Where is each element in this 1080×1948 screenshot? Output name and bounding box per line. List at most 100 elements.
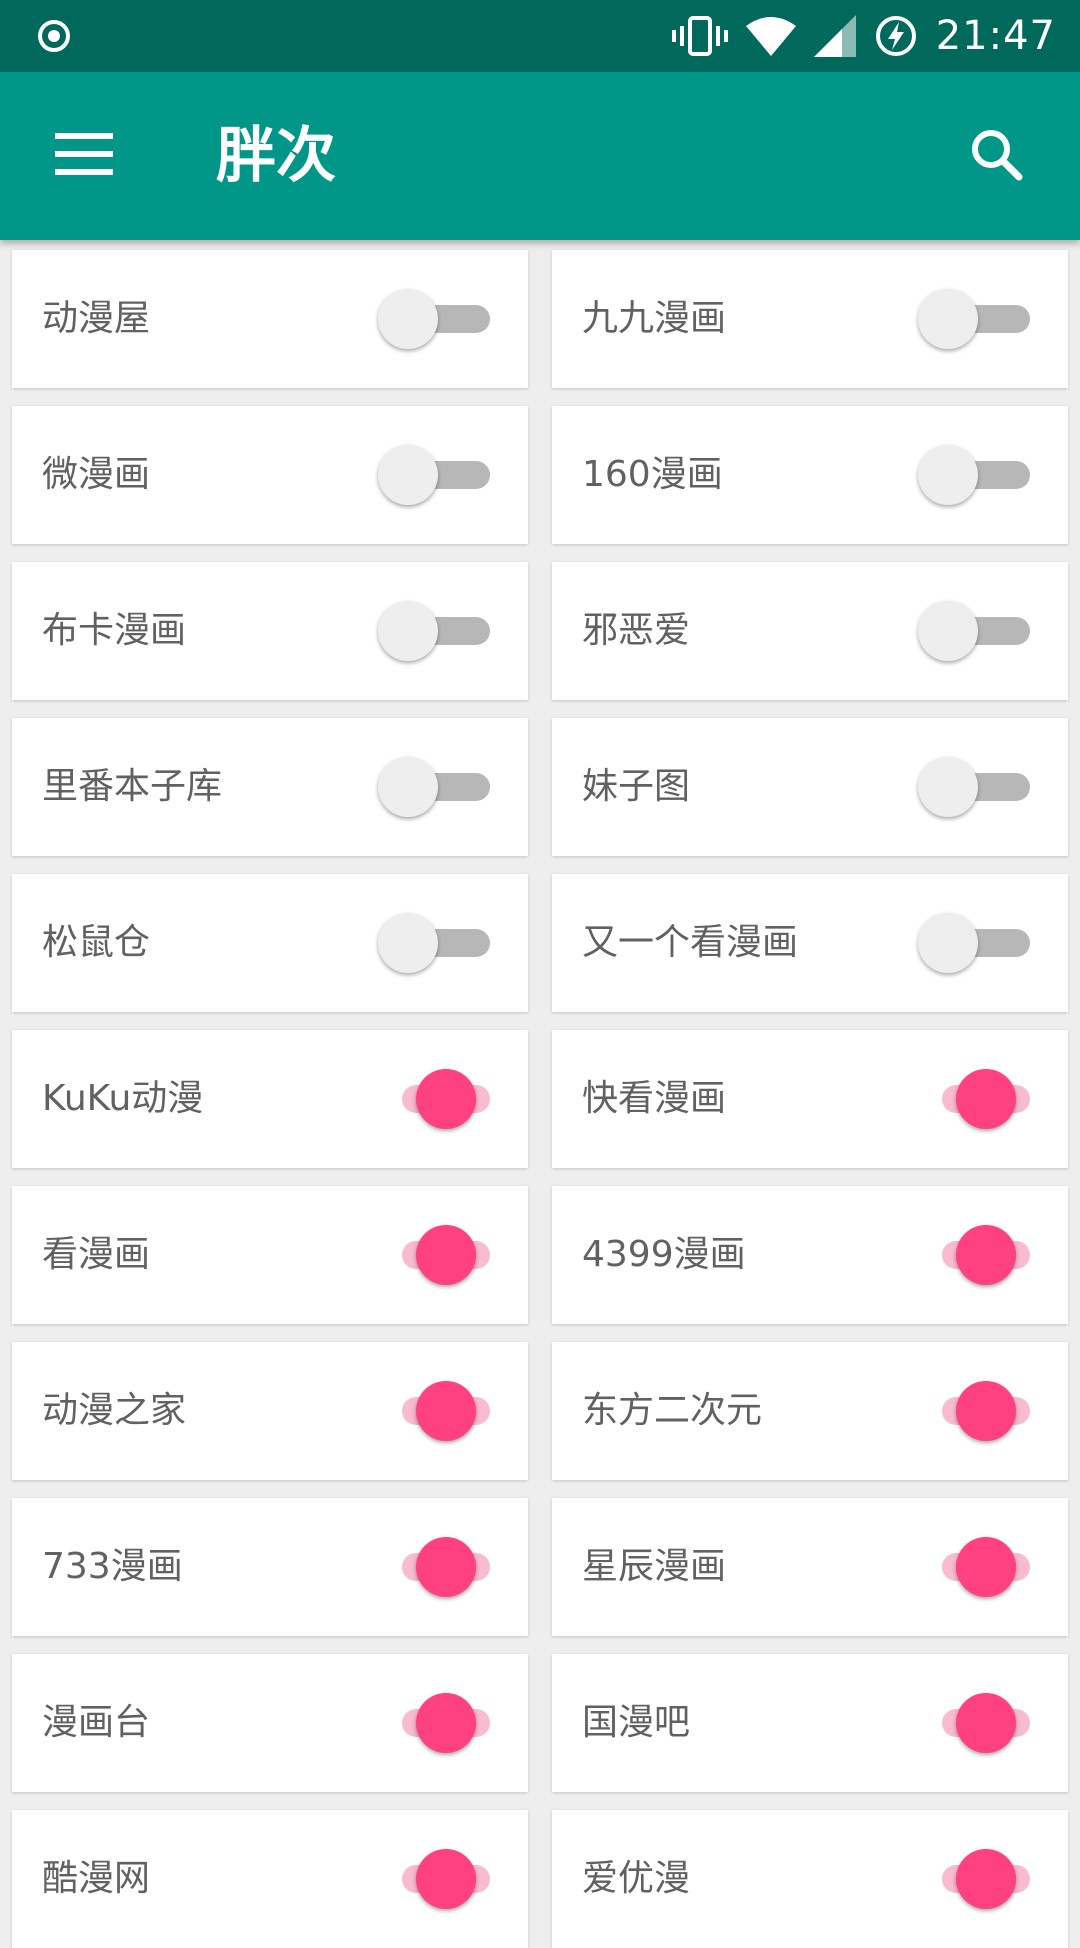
- source-toggle[interactable]: [368, 913, 490, 973]
- toggle-thumb: [416, 1069, 476, 1129]
- toggle-thumb: [378, 601, 438, 661]
- source-card[interactable]: 邪恶爱: [552, 562, 1068, 700]
- source-toggle[interactable]: [368, 445, 490, 505]
- source-label: 布卡漫画: [42, 610, 187, 651]
- source-toggle[interactable]: [368, 1069, 490, 1129]
- source-toggle[interactable]: [368, 1849, 490, 1909]
- source-label: 松鼠仓: [42, 922, 151, 963]
- toggle-thumb: [416, 1225, 476, 1285]
- toggle-thumb: [918, 289, 978, 349]
- source-label: 733漫画: [42, 1546, 183, 1587]
- source-label: 又一个看漫画: [582, 922, 799, 963]
- source-toggle[interactable]: [908, 1537, 1030, 1597]
- toggle-thumb: [378, 913, 438, 973]
- toggle-thumb: [416, 1381, 476, 1441]
- toggle-thumb: [378, 289, 438, 349]
- source-card[interactable]: 又一个看漫画: [552, 874, 1068, 1012]
- source-toggle[interactable]: [908, 1849, 1030, 1909]
- battery-charging-icon: [874, 14, 918, 58]
- source-label: 酷漫网: [42, 1858, 151, 1899]
- sync-icon: [36, 18, 72, 54]
- source-toggle[interactable]: [368, 1693, 490, 1753]
- source-card[interactable]: 松鼠仓: [12, 874, 528, 1012]
- source-toggle[interactable]: [908, 913, 1030, 973]
- source-toggle[interactable]: [908, 445, 1030, 505]
- toggle-thumb: [918, 757, 978, 817]
- source-label: 九九漫画: [582, 298, 727, 339]
- source-label: 妹子图: [582, 766, 691, 807]
- source-card[interactable]: 微漫画: [12, 406, 528, 544]
- source-card[interactable]: 160漫画: [552, 406, 1068, 544]
- toggle-thumb: [416, 1849, 476, 1909]
- source-card[interactable]: 酷漫网: [12, 1810, 528, 1948]
- signal-icon: [813, 15, 856, 57]
- source-card[interactable]: 布卡漫画: [12, 562, 528, 700]
- source-label: 动漫屋: [42, 298, 151, 339]
- source-toggle[interactable]: [368, 289, 490, 349]
- toggle-thumb: [956, 1693, 1016, 1753]
- source-card[interactable]: 动漫屋: [12, 250, 528, 388]
- source-label: 星辰漫画: [582, 1546, 727, 1587]
- status-bar: 21:47: [0, 0, 1080, 72]
- source-toggle[interactable]: [368, 1537, 490, 1597]
- source-card[interactable]: 爱优漫: [552, 1810, 1068, 1948]
- toggle-thumb: [956, 1225, 1016, 1285]
- source-label: 东方二次元: [582, 1390, 763, 1431]
- wifi-icon: [745, 16, 796, 56]
- source-toggle[interactable]: [368, 1381, 490, 1441]
- search-icon: [969, 127, 1023, 185]
- source-toggle[interactable]: [908, 757, 1030, 817]
- source-label: 邪恶爱: [582, 610, 691, 651]
- source-label: 漫画台: [42, 1702, 151, 1743]
- source-card[interactable]: 733漫画: [12, 1498, 528, 1636]
- source-label: 动漫之家: [42, 1390, 187, 1431]
- source-toggle[interactable]: [908, 1069, 1030, 1129]
- source-label: 微漫画: [42, 454, 151, 495]
- source-card[interactable]: 看漫画: [12, 1186, 528, 1324]
- source-card[interactable]: 快看漫画: [552, 1030, 1068, 1168]
- source-label: 160漫画: [582, 454, 723, 495]
- toggle-thumb: [416, 1693, 476, 1753]
- source-toggle[interactable]: [908, 1693, 1030, 1753]
- menu-icon: [55, 133, 113, 179]
- toggle-thumb: [956, 1537, 1016, 1597]
- menu-button[interactable]: [40, 116, 128, 196]
- source-label: 看漫画: [42, 1234, 151, 1275]
- toggle-thumb: [416, 1537, 476, 1597]
- source-label: 4399漫画: [582, 1234, 746, 1275]
- source-toggle[interactable]: [908, 1381, 1030, 1441]
- toggle-thumb: [378, 445, 438, 505]
- toggle-thumb: [956, 1069, 1016, 1129]
- source-toggle[interactable]: [368, 1225, 490, 1285]
- toggle-thumb: [918, 601, 978, 661]
- source-card[interactable]: 妹子图: [552, 718, 1068, 856]
- status-time: 21:47: [935, 13, 1056, 59]
- search-button[interactable]: [952, 116, 1040, 196]
- source-card[interactable]: 漫画台: [12, 1654, 528, 1792]
- toggle-thumb: [956, 1849, 1016, 1909]
- toggle-thumb: [956, 1381, 1016, 1441]
- source-grid: 动漫屋 九九漫画微漫画 160漫画布卡漫画 邪恶爱里番本子库 妹子图松鼠仓 又一个看漫画 K…: [12, 250, 1068, 1948]
- source-toggle[interactable]: [908, 289, 1030, 349]
- source-toggle[interactable]: [368, 757, 490, 817]
- page-title: 胖次: [216, 121, 336, 191]
- toggle-thumb: [378, 757, 438, 817]
- source-card[interactable]: 动漫之家: [12, 1342, 528, 1480]
- source-card[interactable]: KuKu动漫: [12, 1030, 528, 1168]
- source-toggle[interactable]: [908, 601, 1030, 661]
- source-label: 爱优漫: [582, 1858, 691, 1899]
- source-card[interactable]: 星辰漫画: [552, 1498, 1068, 1636]
- source-toggle[interactable]: [908, 1225, 1030, 1285]
- source-card[interactable]: 国漫吧: [552, 1654, 1068, 1792]
- source-card[interactable]: 东方二次元: [552, 1342, 1068, 1480]
- source-label: KuKu动漫: [42, 1078, 204, 1119]
- source-label: 里番本子库: [42, 766, 223, 807]
- source-card[interactable]: 九九漫画: [552, 250, 1068, 388]
- source-toggle[interactable]: [368, 601, 490, 661]
- toggle-thumb: [918, 913, 978, 973]
- source-card[interactable]: 4399漫画: [552, 1186, 1068, 1324]
- source-label: 快看漫画: [582, 1078, 727, 1119]
- source-label: 国漫吧: [582, 1702, 691, 1743]
- source-card[interactable]: 里番本子库: [12, 718, 528, 856]
- vibrate-icon: [671, 14, 728, 58]
